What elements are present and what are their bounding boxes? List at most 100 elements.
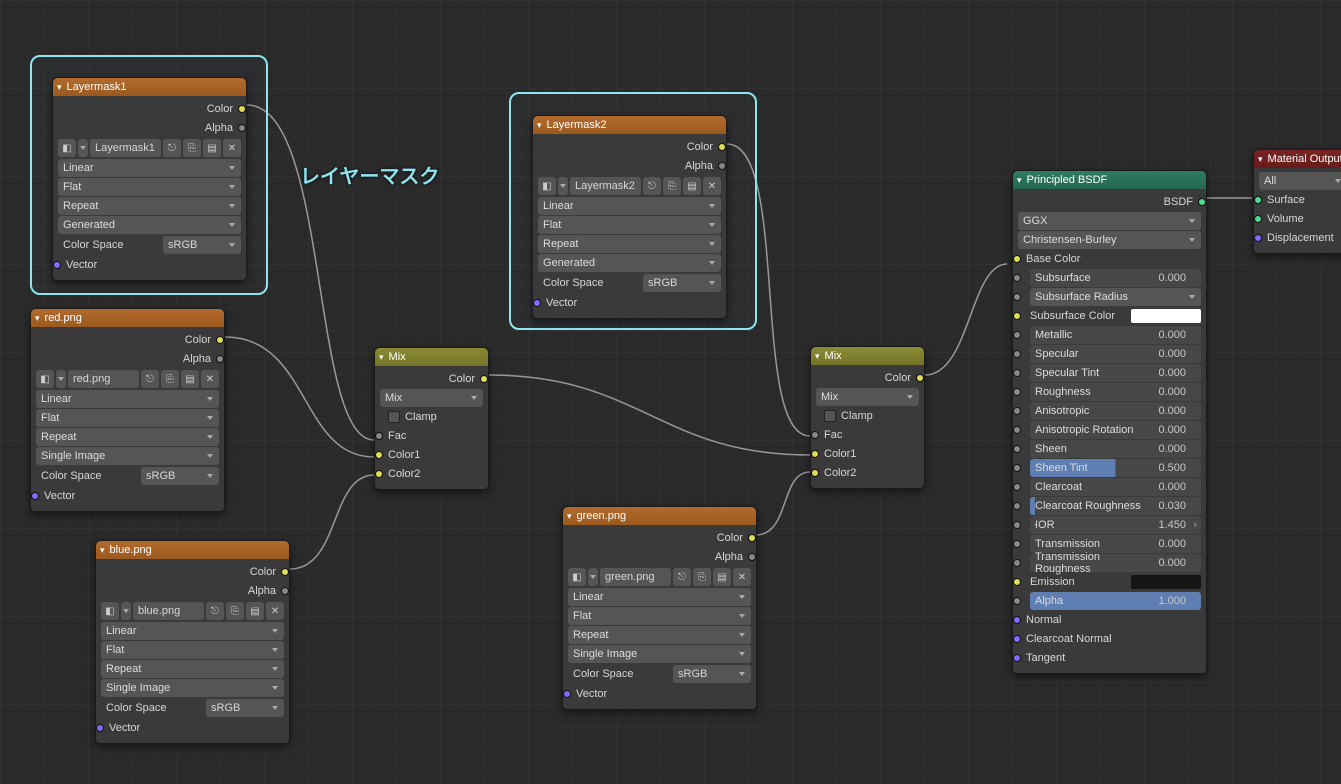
image-dropdown[interactable] — [78, 139, 88, 157]
node-image-green[interactable]: green.png Color Alpha ◧ green.png ⎋ ⎘ ▤ … — [562, 506, 757, 710]
input-subsurface[interactable]: Subsurface0.000 — [1018, 269, 1201, 287]
close-icon[interactable]: ✕ — [733, 568, 751, 586]
target-select[interactable]: All — [1259, 172, 1341, 190]
unlink-icon[interactable]: ⎋ — [206, 602, 224, 620]
input-surface[interactable]: Surface — [1259, 191, 1341, 209]
input-color2[interactable]: Color2 — [380, 465, 483, 483]
colorspace-select[interactable]: sRGB — [206, 699, 284, 717]
node-title[interactable]: Layermask2 — [533, 116, 726, 134]
projection-select[interactable]: Flat — [58, 178, 241, 196]
node-mixrgb-2[interactable]: Mix Color Mix Clamp Fac Color1 Color2 — [810, 346, 925, 489]
node-title[interactable]: green.png — [563, 507, 756, 525]
close-icon[interactable]: ✕ — [266, 602, 284, 620]
interpolation-select[interactable]: Linear — [101, 622, 284, 640]
open-icon[interactable]: ▤ — [203, 139, 221, 157]
node-image-blue[interactable]: blue.png Color Alpha ◧ blue.png ⎋ ⎘ ▤ ✕ … — [95, 540, 290, 744]
new-icon[interactable]: ⎘ — [693, 568, 711, 586]
input-vector[interactable]: Vector — [58, 256, 241, 274]
input-volume[interactable]: Volume — [1259, 210, 1341, 228]
node-image-red[interactable]: red.png Color Alpha ◧ red.png ⎋ ⎘ ▤ ✕ Li… — [30, 308, 225, 512]
interpolation-select[interactable]: Linear — [538, 197, 721, 215]
node-title[interactable]: Mix — [811, 347, 924, 365]
sss-method-select[interactable]: Christensen-Burley — [1018, 231, 1201, 249]
open-icon[interactable]: ▤ — [713, 568, 731, 586]
node-material-output[interactable]: Material Output All Surface Volume Displ… — [1253, 149, 1341, 254]
source-select[interactable]: Single Image — [568, 645, 751, 663]
output-alpha[interactable]: Alpha — [538, 157, 721, 175]
open-icon[interactable]: ▤ — [246, 602, 264, 620]
input-anisotropic-rotation[interactable]: Anisotropic Rotation0.000 — [1018, 421, 1201, 439]
input-color1[interactable]: Color1 — [380, 446, 483, 464]
blend-select[interactable]: Mix — [816, 388, 919, 406]
colorspace-select[interactable]: sRGB — [643, 274, 721, 292]
image-dropdown[interactable] — [558, 177, 568, 195]
output-alpha[interactable]: Alpha — [101, 582, 284, 600]
input-clearcoat-roughness[interactable]: Clearcoat Roughness0.030 — [1018, 497, 1201, 515]
input-normal[interactable]: Normal — [1018, 611, 1201, 629]
interpolation-select[interactable]: Linear — [36, 390, 219, 408]
image-name-field[interactable]: Layermask1 — [90, 139, 161, 157]
image-name-field[interactable]: red.png — [68, 370, 139, 388]
input-specular-tint[interactable]: Specular Tint0.000 — [1018, 364, 1201, 382]
close-icon[interactable]: ✕ — [703, 177, 721, 195]
new-icon[interactable]: ⎘ — [183, 139, 201, 157]
blend-select[interactable]: Mix — [380, 389, 483, 407]
image-name-field[interactable]: Layermask2 — [570, 177, 641, 195]
input-vector[interactable]: Vector — [538, 294, 721, 312]
output-color[interactable]: Color — [58, 100, 241, 118]
image-dropdown[interactable] — [56, 370, 66, 388]
input-sheen-tint[interactable]: Sheen Tint0.500 — [1018, 459, 1201, 477]
output-bsdf[interactable]: BSDF — [1018, 193, 1201, 211]
node-principled-bsdf[interactable]: Principled BSDF BSDF GGX Christensen-Bur… — [1012, 170, 1207, 674]
colorspace-select[interactable]: sRGB — [673, 665, 751, 683]
node-title[interactable]: Material Output — [1254, 150, 1341, 168]
input-subsurface-color[interactable]: Subsurface Color — [1018, 307, 1201, 325]
input-base-color[interactable]: Base Color — [1018, 250, 1201, 268]
clamp-checkbox[interactable]: Clamp — [816, 407, 919, 425]
input-vector[interactable]: Vector — [101, 719, 284, 737]
input-tangent[interactable]: Tangent — [1018, 649, 1201, 667]
colorspace-select[interactable]: sRGB — [163, 236, 241, 254]
input-displacement[interactable]: Displacement — [1259, 229, 1341, 247]
new-icon[interactable]: ⎘ — [663, 177, 681, 195]
unlink-icon[interactable]: ⎋ — [141, 370, 159, 388]
new-icon[interactable]: ⎘ — [161, 370, 179, 388]
input-clearcoat[interactable]: Clearcoat0.000 — [1018, 478, 1201, 496]
unlink-icon[interactable]: ⎋ — [163, 139, 181, 157]
input-clearcoat-normal[interactable]: Clearcoat Normal — [1018, 630, 1201, 648]
image-name-field[interactable]: blue.png — [133, 602, 204, 620]
interpolation-select[interactable]: Linear — [568, 588, 751, 606]
projection-select[interactable]: Flat — [568, 607, 751, 625]
distribution-select[interactable]: GGX — [1018, 212, 1201, 230]
input-sheen[interactable]: Sheen0.000 — [1018, 440, 1201, 458]
node-image-layermask1[interactable]: Layermask1 Color Alpha ◧ Layermask1 ⎋ ⎘ … — [52, 77, 247, 281]
node-mixrgb-1[interactable]: Mix Color Mix Clamp Fac Color1 Color2 — [374, 347, 489, 490]
open-icon[interactable]: ▤ — [683, 177, 701, 195]
input-metallic[interactable]: Metallic0.000 — [1018, 326, 1201, 344]
clamp-checkbox[interactable]: Clamp — [380, 408, 483, 426]
colorspace-select[interactable]: sRGB — [141, 467, 219, 485]
input-vector[interactable]: Vector — [568, 685, 751, 703]
output-color[interactable]: Color — [380, 370, 483, 388]
image-dropdown[interactable] — [588, 568, 598, 586]
output-color[interactable]: Color — [816, 369, 919, 387]
output-alpha[interactable]: Alpha — [58, 119, 241, 137]
input-fac[interactable]: Fac — [816, 426, 919, 444]
output-alpha[interactable]: Alpha — [36, 350, 219, 368]
input-vector[interactable]: Vector — [36, 487, 219, 505]
source-select[interactable]: Single Image — [101, 679, 284, 697]
source-select[interactable]: Generated — [58, 216, 241, 234]
open-icon[interactable]: ▤ — [181, 370, 199, 388]
input-anisotropic[interactable]: Anisotropic0.000 — [1018, 402, 1201, 420]
input-emission[interactable]: Emission — [1018, 573, 1201, 591]
input-color1[interactable]: Color1 — [816, 445, 919, 463]
unlink-icon[interactable]: ⎋ — [673, 568, 691, 586]
input-fac[interactable]: Fac — [380, 427, 483, 445]
input-transmission-roughness[interactable]: Transmission Roughness0.000 — [1018, 554, 1201, 572]
unlink-icon[interactable]: ⎋ — [643, 177, 661, 195]
projection-select[interactable]: Flat — [101, 641, 284, 659]
image-name-field[interactable]: green.png — [600, 568, 671, 586]
node-title[interactable]: Mix — [375, 348, 488, 366]
output-color[interactable]: Color — [538, 138, 721, 156]
node-title[interactable]: Layermask1 — [53, 78, 246, 96]
